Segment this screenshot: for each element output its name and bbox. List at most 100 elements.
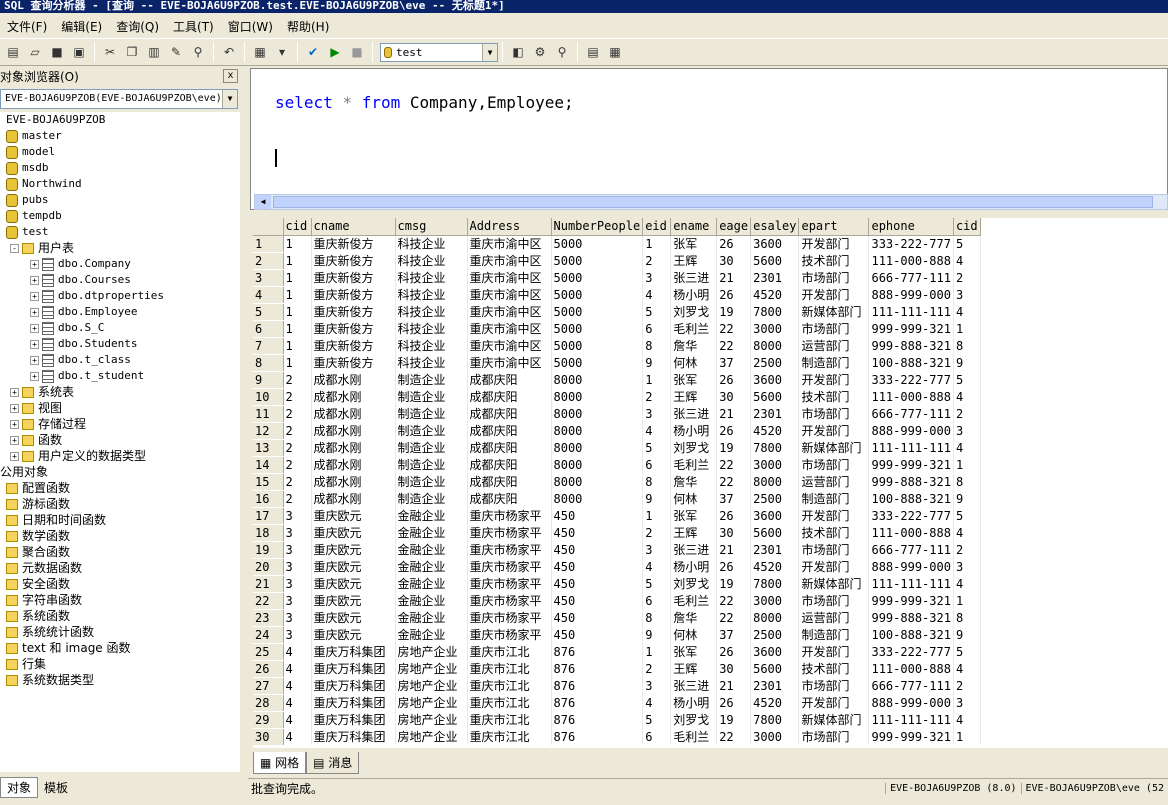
tree-node[interactable]: 游标函数 bbox=[6, 496, 70, 512]
table-cell[interactable]: 制造企业 bbox=[395, 456, 468, 473]
table-row[interactable]: 21 3 重庆欧元 金融企业 重庆市杨家平 450 5 刘罗戈 19 7800 新媒体部门 111-1… bbox=[253, 575, 981, 593]
check-parse-icon[interactable]: ✔ bbox=[303, 42, 323, 62]
table-cell[interactable]: 制造企业 bbox=[395, 473, 468, 490]
table-cell[interactable]: 22 bbox=[716, 456, 752, 473]
find-icon[interactable]: ⚲ bbox=[188, 42, 208, 62]
table-row[interactable]: 30 4 重庆万科集团 房地产企业 重庆市江北 876 6 毛利兰 22 3000 市场部门 999-… bbox=[253, 728, 981, 746]
table-cell[interactable]: 19 bbox=[716, 575, 752, 592]
expand-icon[interactable]: + bbox=[30, 307, 39, 317]
table-cell[interactable]: 21 bbox=[716, 405, 752, 422]
table-cell[interactable]: 8000 bbox=[750, 609, 800, 626]
table-cell[interactable]: 8 bbox=[642, 609, 672, 626]
table-cell[interactable]: 8000 bbox=[551, 456, 644, 473]
table-row[interactable]: 12 2 成都水刚 制造企业 成都庆阳 8000 4 杨小明 26 4520 开发部门 888-999… bbox=[253, 422, 981, 440]
row-number[interactable]: 27 bbox=[253, 677, 284, 695]
table-cell[interactable]: 重庆市杨家平 bbox=[467, 626, 552, 643]
table-cell[interactable]: 5 bbox=[953, 643, 981, 660]
table-cell[interactable]: 666-777-111 bbox=[868, 405, 954, 422]
table-cell[interactable]: 5000 bbox=[551, 286, 644, 303]
table-cell[interactable]: 111-111-111 bbox=[868, 711, 954, 728]
table-cell[interactable]: 科技企业 bbox=[395, 286, 468, 303]
table-cell[interactable]: 重庆万科集团 bbox=[311, 660, 396, 677]
expand-icon[interactable]: + bbox=[30, 259, 39, 269]
table-cell[interactable]: 1 bbox=[642, 507, 672, 524]
table-cell[interactable]: 成都庆阳 bbox=[467, 422, 552, 439]
table-row[interactable]: 11 2 成都水刚 制造企业 成都庆阳 8000 3 张三进 21 2301 市场部门 666-777… bbox=[253, 405, 981, 423]
table-cell[interactable]: 1 bbox=[283, 252, 312, 269]
grid-corner[interactable] bbox=[253, 218, 284, 236]
table-row[interactable]: 5 1 重庆新俊方 科技企业 重庆市渝中区 5000 5 刘罗戈 19 7800 新媒体部门 111-… bbox=[253, 303, 981, 321]
column-header[interactable]: cmsg bbox=[395, 218, 468, 236]
table-cell[interactable]: 999-888-321 bbox=[868, 337, 954, 354]
copy-icon[interactable]: ❐ bbox=[122, 42, 142, 62]
table-cell[interactable]: 9 bbox=[953, 354, 981, 371]
table-cell[interactable]: 3 bbox=[953, 558, 981, 575]
tree-node[interactable]: + dbo.S_C bbox=[30, 320, 104, 336]
table-cell[interactable]: 毛利兰 bbox=[670, 592, 718, 609]
menu-window[interactable]: 窗口(W) bbox=[221, 18, 280, 35]
table-cell[interactable]: 4 bbox=[953, 575, 981, 592]
table-cell[interactable]: 5 bbox=[642, 439, 672, 456]
table-cell[interactable]: 新媒体部门 bbox=[798, 575, 870, 592]
close-icon[interactable]: x bbox=[223, 69, 238, 83]
table-cell[interactable]: 成都庆阳 bbox=[467, 388, 552, 405]
table-cell[interactable]: 1 bbox=[642, 371, 672, 388]
table-cell[interactable]: 4 bbox=[642, 558, 672, 575]
table-cell[interactable]: 开发部门 bbox=[798, 235, 870, 252]
table-cell[interactable]: 制造企业 bbox=[395, 439, 468, 456]
tree-node[interactable]: + 函数 bbox=[10, 432, 62, 448]
table-cell[interactable]: 刘罗戈 bbox=[670, 303, 718, 320]
table-cell[interactable]: 3600 bbox=[750, 235, 800, 252]
table-cell[interactable]: 4 bbox=[283, 728, 312, 745]
table-cell[interactable]: 重庆市杨家平 bbox=[467, 507, 552, 524]
table-cell[interactable]: 5000 bbox=[551, 269, 644, 286]
table-cell[interactable]: 111-111-111 bbox=[868, 303, 954, 320]
table-cell[interactable]: 重庆市渝中区 bbox=[467, 286, 552, 303]
table-cell[interactable]: 制造企业 bbox=[395, 388, 468, 405]
table-cell[interactable]: 开发部门 bbox=[798, 507, 870, 524]
table-cell[interactable]: 重庆新俊方 bbox=[311, 252, 396, 269]
column-header[interactable]: cid bbox=[953, 218, 981, 236]
row-number[interactable]: 12 bbox=[253, 422, 284, 440]
row-number[interactable]: 23 bbox=[253, 609, 284, 627]
table-cell[interactable]: 333-222-777 bbox=[868, 371, 954, 388]
tree-node[interactable]: 系统统计函数 bbox=[6, 624, 94, 640]
table-cell[interactable]: 重庆欧元 bbox=[311, 541, 396, 558]
show-results-pane-icon[interactable]: ▦ bbox=[605, 42, 625, 62]
table-cell[interactable]: 重庆欧元 bbox=[311, 507, 396, 524]
row-number[interactable]: 16 bbox=[253, 490, 284, 508]
table-cell[interactable]: 重庆市杨家平 bbox=[467, 541, 552, 558]
table-cell[interactable]: 重庆市渝中区 bbox=[467, 269, 552, 286]
tree-node[interactable]: 字符串函数 bbox=[6, 592, 82, 608]
table-cell[interactable]: 张军 bbox=[670, 643, 718, 660]
table-cell[interactable]: 重庆欧元 bbox=[311, 592, 396, 609]
table-cell[interactable]: 3 bbox=[283, 507, 312, 524]
table-row[interactable]: 28 4 重庆万科集团 房地产企业 重庆市江北 876 4 杨小明 26 4520 开发部门 888-… bbox=[253, 694, 981, 712]
table-cell[interactable]: 何林 bbox=[670, 626, 718, 643]
table-cell[interactable]: 1 bbox=[283, 286, 312, 303]
table-cell[interactable]: 开发部门 bbox=[798, 422, 870, 439]
column-header[interactable]: cname bbox=[311, 218, 396, 236]
row-number[interactable]: 6 bbox=[253, 320, 284, 338]
chevron-down-icon[interactable]: ▼ bbox=[222, 90, 237, 108]
table-cell[interactable]: 2 bbox=[953, 677, 981, 694]
table-cell[interactable]: 2 bbox=[283, 439, 312, 456]
table-cell[interactable]: 1 bbox=[953, 320, 981, 337]
table-cell[interactable]: 开发部门 bbox=[798, 558, 870, 575]
table-row[interactable]: 8 1 重庆新俊方 科技企业 重庆市渝中区 5000 9 何林 37 2500 制造部门 100-88… bbox=[253, 354, 981, 372]
table-cell[interactable]: 3000 bbox=[750, 320, 800, 337]
table-cell[interactable]: 杨小明 bbox=[670, 422, 718, 439]
table-cell[interactable]: 8000 bbox=[551, 439, 644, 456]
row-number[interactable]: 2 bbox=[253, 252, 284, 270]
table-cell[interactable]: 8000 bbox=[551, 405, 644, 422]
table-cell[interactable]: 9 bbox=[953, 490, 981, 507]
expand-icon[interactable]: + bbox=[10, 419, 19, 429]
database-select[interactable]: test ▼ bbox=[380, 42, 498, 62]
table-cell[interactable]: 876 bbox=[551, 711, 644, 728]
table-cell[interactable]: 2500 bbox=[750, 354, 800, 371]
table-cell[interactable]: 5000 bbox=[551, 303, 644, 320]
table-cell[interactable]: 2 bbox=[283, 371, 312, 388]
tree-node[interactable]: + dbo.Courses bbox=[30, 272, 131, 288]
tab-grid[interactable]: ▦ 网格 bbox=[253, 752, 307, 774]
table-cell[interactable]: 房地产企业 bbox=[395, 694, 468, 711]
